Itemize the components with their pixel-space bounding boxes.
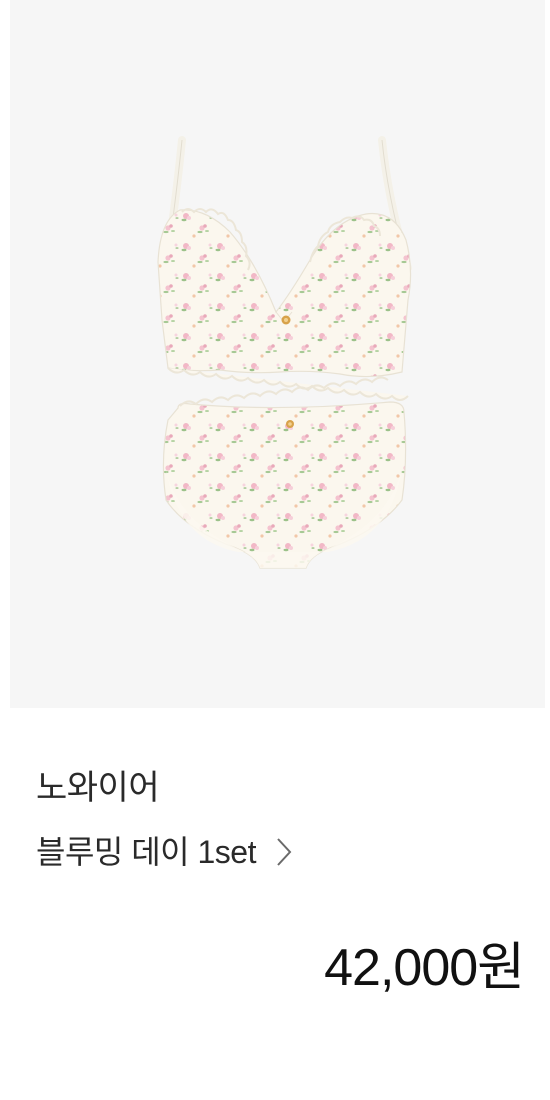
product-name: 블루밍 데이 1set — [36, 834, 256, 870]
brand-label[interactable]: 노와이어 — [36, 766, 160, 810]
product-card[interactable]: 노와이어 블루밍 데이 1set 42,000원 — [0, 0, 550, 1100]
lingerie-set-image — [157, 136, 412, 569]
product-name-link[interactable]: 블루밍 데이 1set — [36, 830, 294, 874]
product-image[interactable] — [10, 0, 545, 708]
product-price: 42,000원 — [324, 939, 525, 997]
chevron-right-icon — [277, 838, 292, 866]
